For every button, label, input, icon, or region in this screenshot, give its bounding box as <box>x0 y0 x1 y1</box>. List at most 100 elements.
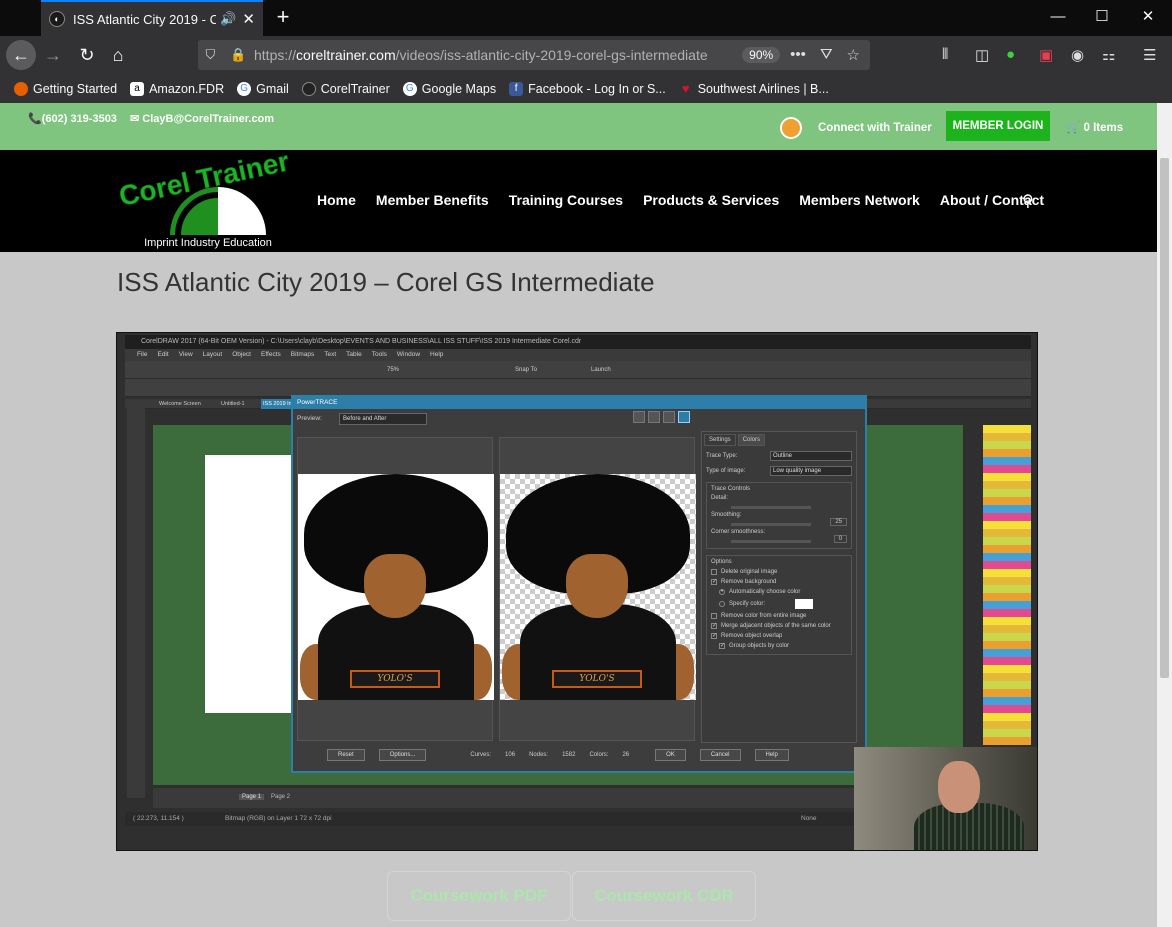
southwest-heart-icon: ♥ <box>681 80 690 96</box>
bookmark-amazon[interactable]: a Amazon.FDR <box>130 81 224 96</box>
trace-controls-group: Trace Controls Detail: Smoothing: 25 Cor… <box>706 482 852 549</box>
url-text[interactable]: https://coreltrainer.com/videos/iss-atla… <box>254 47 742 63</box>
url-bar[interactable]: ⛉ 🔒 https://coreltrainer.com/videos/iss-a… <box>198 40 870 70</box>
phone-text: (602) 319-3503 <box>41 113 117 125</box>
traced-image: YOLO'S <box>500 474 696 700</box>
bookmark-getting-started[interactable]: Getting Started <box>14 81 117 96</box>
specify-color-option: Specify color: <box>729 601 766 607</box>
search-icon[interactable]: ⚲ <box>1022 191 1034 211</box>
nav-members-network[interactable]: Members Network <box>799 192 920 208</box>
group-by-color-option: Group objects by color <box>729 643 790 649</box>
trace-type-label: Trace Type: <box>706 453 738 459</box>
options-label: Options <box>711 559 732 565</box>
google-icon: G <box>237 81 252 96</box>
corel-trainer-logo[interactable]: Corel Trainer Imprint Industry Education <box>116 145 292 252</box>
nav-training-courses[interactable]: Training Courses <box>509 192 623 208</box>
bookmark-label: Google Maps <box>421 81 497 96</box>
after-preview-pane: YOLO'S <box>499 437 696 741</box>
bookmark-google-maps[interactable]: G Google Maps <box>402 81 497 96</box>
close-window-icon[interactable]: ✕ <box>1128 6 1168 28</box>
options-group: Options Delete original image ✓ Remove ba… <box>706 555 852 655</box>
bookmark-gmail[interactable]: G Gmail <box>237 81 289 96</box>
coreldraw-document-page <box>205 455 305 713</box>
reload-icon[interactable]: ↻ <box>72 40 102 70</box>
web-page: 📞(602) 319-3503 ✉ ClayB@CorelTrainer.com… <box>0 103 1157 927</box>
cart-icon: 🛒 <box>1066 122 1084 134</box>
back-icon[interactable]: ← <box>6 40 36 70</box>
library-icon[interactable]: ⫴ <box>942 46 948 63</box>
coursework-pdf-button[interactable]: Coursework PDF <box>387 871 571 921</box>
corner-value: 0 <box>833 535 847 543</box>
page-title: ISS Atlantic City 2019 – Corel GS Interm… <box>117 267 655 297</box>
bookmark-label: Facebook - Log In or S... <box>528 81 666 96</box>
member-login-button[interactable]: MEMBER LOGIN <box>946 111 1050 141</box>
extension-icon[interactable]: ● <box>1006 46 1015 63</box>
zoom-value: 75% <box>387 367 400 373</box>
menu-item: Object <box>232 351 251 358</box>
nav-member-benefits[interactable]: Member Benefits <box>376 192 489 208</box>
trace-controls-label: Trace Controls <box>711 486 751 492</box>
zoom-fit-icon <box>663 411 675 423</box>
bookmark-southwest[interactable]: ♥ Southwest Airlines | B... <box>679 80 829 96</box>
smoothing-value: 25 <box>830 518 847 526</box>
page-scrollbar[interactable] <box>1157 103 1172 927</box>
more-actions-icon[interactable]: ••• <box>790 46 806 64</box>
shield-icon[interactable]: ⛉ <box>206 47 216 63</box>
menu-item: Layout <box>202 351 223 358</box>
snap-to: Snap To <box>515 367 537 373</box>
coreltrainer-icon <box>301 81 316 96</box>
powertrace-settings-panel: Settings Colors Trace Type: Outline Type … <box>701 431 857 743</box>
fill-status: None <box>801 815 817 822</box>
browser-tab[interactable]: ◐ ISS Atlantic City 2019 - Corel 🔊 ✕ <box>41 0 263 36</box>
doc-tab: Welcome Screen <box>159 401 201 407</box>
phone-link[interactable]: 📞(602) 319-3503 <box>28 112 117 125</box>
menu-item: Bitmaps <box>290 351 315 358</box>
zoom-badge[interactable]: 90% <box>742 47 781 63</box>
bookmark-star-icon[interactable]: ☆ <box>847 46 860 64</box>
powertrace-title: PowerTRACE <box>293 397 865 409</box>
minimize-icon[interactable]: — <box>1038 6 1078 28</box>
menu-icon[interactable]: ☰ <box>1143 46 1156 64</box>
close-tab-icon[interactable]: ✕ <box>242 10 255 28</box>
pocket-save-icon[interactable]: ▣ <box>1039 46 1053 64</box>
bookmark-coreltrainer[interactable]: CorelTrainer <box>301 81 390 96</box>
video-player[interactable]: CorelDRAW 2017 (64-Bit OEM Version) - C:… <box>116 332 1038 851</box>
trainer-badge-icon <box>780 117 802 139</box>
nav-products-services[interactable]: Products & Services <box>643 192 779 208</box>
email-link[interactable]: ✉ ClayB@CorelTrainer.com <box>130 112 274 125</box>
bookmark-facebook[interactable]: f Facebook - Log In or S... <box>509 81 666 96</box>
curves-value: 106 <box>505 752 516 758</box>
merge-option: Merge adjacent objects of the same color <box>721 623 831 629</box>
cart-link[interactable]: 🛒 0 Items <box>1066 120 1123 134</box>
scrollbar-thumb[interactable] <box>1160 158 1169 678</box>
pocket-icon[interactable]: ⛛ <box>820 46 833 64</box>
nodes-value: 1582 <box>562 752 576 758</box>
menu-item: View <box>178 351 193 358</box>
remove-background-option: Remove background <box>721 579 777 585</box>
page-navigator: Page 1 Page 2 <box>153 788 963 808</box>
url-scheme: https:// <box>254 47 297 63</box>
connect-label: Connect with Trainer <box>818 122 932 134</box>
delete-original-option: Delete original image <box>721 569 778 575</box>
containers-icon[interactable]: ⚏ <box>1102 46 1115 64</box>
forward-icon[interactable]: → <box>38 40 68 70</box>
connect-with-trainer-link[interactable]: Connect with Trainer <box>780 117 932 139</box>
nav-links: Home Member Benefits Training Courses Pr… <box>317 192 1044 208</box>
maximize-icon[interactable]: ☐ <box>1082 6 1122 28</box>
coreldraw-standard-toolbar: 75% Snap To Launch <box>125 361 1031 379</box>
trace-type-select: Outline <box>770 451 852 461</box>
cancel-button: Cancel <box>699 749 741 761</box>
colors-value: 26 <box>622 752 630 758</box>
nav-home[interactable]: Home <box>317 192 356 208</box>
account-icon[interactable]: ◉ <box>1071 46 1084 64</box>
site-favicon-icon: ◐ <box>49 11 65 27</box>
coursework-cdr-button[interactable]: Coursework CDR <box>572 871 756 921</box>
new-tab-icon[interactable]: + <box>272 6 294 28</box>
home-icon[interactable]: ⌂ <box>103 40 133 70</box>
speaker-icon[interactable]: 🔊 <box>220 11 236 27</box>
sidebar-icon[interactable]: ◫ <box>975 46 989 64</box>
lock-icon[interactable]: 🔒 <box>230 47 246 63</box>
shirt-text: YOLO'S <box>350 670 440 688</box>
remove-entire-option: Remove color from entire image <box>721 613 807 619</box>
menu-item: Effects <box>261 351 281 358</box>
